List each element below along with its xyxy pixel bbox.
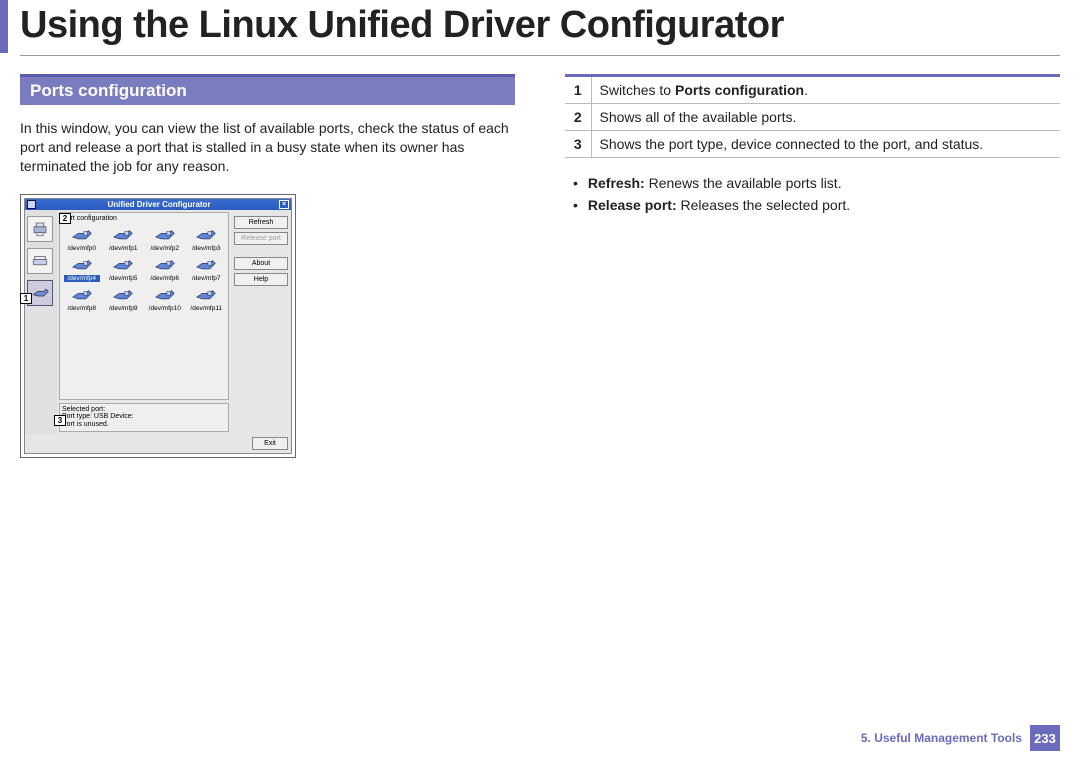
port-label: /dev/mfp7 bbox=[189, 275, 225, 282]
window-titlebar: Unified Driver Configurator × bbox=[25, 199, 291, 210]
legend-num: 1 bbox=[565, 76, 591, 104]
port-label: /dev/mfp2 bbox=[147, 245, 183, 252]
system-menu-icon[interactable] bbox=[27, 200, 36, 209]
callout-2: 2 bbox=[59, 213, 71, 224]
port-item[interactable]: /dev/mfp8 bbox=[64, 286, 100, 312]
bullet-item: Release port: Releases the selected port… bbox=[569, 194, 1060, 216]
port-item[interactable]: /dev/mfp10 bbox=[147, 286, 183, 312]
title-accent bbox=[0, 0, 8, 53]
exit-button[interactable]: Exit bbox=[252, 437, 288, 450]
legend-num: 2 bbox=[565, 104, 591, 131]
usb-plug-icon bbox=[154, 226, 176, 244]
port-item[interactable]: /dev/mfp9 bbox=[106, 286, 142, 312]
usb-plug-icon bbox=[71, 256, 93, 274]
release-port-button[interactable]: Release port bbox=[234, 232, 288, 245]
usb-plug-icon bbox=[112, 226, 134, 244]
usb-plug-icon bbox=[195, 286, 217, 304]
port-item[interactable]: /dev/mfp2 bbox=[147, 226, 183, 252]
port-label: /dev/mfp11 bbox=[189, 305, 225, 312]
port-item[interactable]: /dev/mfp7 bbox=[189, 256, 225, 282]
port-label: /dev/mfp9 bbox=[106, 305, 142, 312]
usb-plug-icon bbox=[112, 256, 134, 274]
close-icon[interactable]: × bbox=[279, 200, 289, 209]
port-item[interactable]: /dev/mfp4 bbox=[64, 256, 100, 282]
callout-3: 3 bbox=[54, 415, 66, 426]
selected-port-line1: Port type: USB Device: bbox=[62, 413, 226, 421]
usb-plug-icon bbox=[112, 286, 134, 304]
legend-num: 3 bbox=[565, 131, 591, 158]
selected-port-label: Selected port: bbox=[62, 406, 226, 413]
page-title: Using the Linux Unified Driver Configura… bbox=[20, 0, 784, 53]
printers-tab-icon[interactable] bbox=[27, 216, 53, 242]
port-label: /dev/mfp5 bbox=[106, 275, 142, 282]
usb-plug-icon bbox=[195, 256, 217, 274]
ports-grid: /dev/mfp0/dev/mfp1/dev/mfp2/dev/mfp3/dev… bbox=[62, 224, 226, 314]
usb-plug-icon bbox=[195, 226, 217, 244]
window-body: Port configuration /dev/mfp0/dev/mfp1/de… bbox=[25, 210, 291, 435]
bullet-item: Refresh: Renews the available ports list… bbox=[569, 172, 1060, 194]
port-item[interactable]: /dev/mfp5 bbox=[106, 256, 142, 282]
window-sidebar bbox=[25, 210, 57, 435]
legend-text: Shows the port type, device connected to… bbox=[591, 131, 1060, 158]
legend-text: Shows all of the available ports. bbox=[591, 104, 1060, 131]
right-column: 1Switches to Ports configuration.2Shows … bbox=[565, 74, 1060, 458]
port-label: /dev/mfp0 bbox=[64, 245, 100, 252]
legend-row: 2Shows all of the available ports. bbox=[565, 104, 1060, 131]
window-buttons: Refresh Release port About Help bbox=[231, 210, 291, 435]
left-column: Ports configuration In this window, you … bbox=[20, 74, 515, 458]
window-main: Port configuration /dev/mfp0/dev/mfp1/de… bbox=[57, 210, 231, 435]
help-button[interactable]: Help bbox=[234, 273, 288, 286]
screenshot-frame: Unified Driver Configurator × bbox=[20, 194, 296, 459]
port-label: /dev/mfp10 bbox=[147, 305, 183, 312]
callout-1: 1 bbox=[20, 293, 32, 304]
legend-row: 3Shows the port type, device connected t… bbox=[565, 131, 1060, 158]
window-title: Unified Driver Configurator bbox=[39, 200, 279, 209]
page-footer: 5. Useful Management Tools 233 bbox=[861, 725, 1060, 751]
selected-port-line2: Port is unused. bbox=[62, 421, 226, 429]
bullet-list: Refresh: Renews the available ports list… bbox=[569, 172, 1060, 217]
config-window: Unified Driver Configurator × bbox=[24, 198, 292, 455]
port-label: /dev/mfp8 bbox=[64, 305, 100, 312]
section-header: Ports configuration bbox=[20, 74, 515, 105]
legend-table: 1Switches to Ports configuration.2Shows … bbox=[565, 74, 1060, 158]
scanners-tab-icon[interactable] bbox=[27, 248, 53, 274]
section-body: In this window, you can view the list of… bbox=[20, 119, 515, 176]
port-label: /dev/mfp4 bbox=[64, 275, 100, 282]
page-number: 233 bbox=[1030, 725, 1060, 751]
port-item[interactable]: /dev/mfp6 bbox=[147, 256, 183, 282]
selected-port-panel: Selected port: Port type: USB Device: Po… bbox=[59, 403, 229, 433]
spacer bbox=[234, 248, 288, 254]
about-button[interactable]: About bbox=[234, 257, 288, 270]
port-item[interactable]: /dev/mfp0 bbox=[64, 226, 100, 252]
legend-row: 1Switches to Ports configuration. bbox=[565, 76, 1060, 104]
usb-plug-icon bbox=[71, 286, 93, 304]
content-columns: Ports configuration In this window, you … bbox=[0, 74, 1080, 458]
usb-plug-icon bbox=[154, 256, 176, 274]
ports-panel: Port configuration /dev/mfp0/dev/mfp1/de… bbox=[59, 212, 229, 400]
port-item[interactable]: /dev/mfp11 bbox=[189, 286, 225, 312]
legend-text: Switches to Ports configuration. bbox=[591, 76, 1060, 104]
refresh-button[interactable]: Refresh bbox=[234, 216, 288, 229]
ports-panel-label: Port configuration bbox=[62, 215, 226, 222]
port-item[interactable]: /dev/mfp3 bbox=[189, 226, 225, 252]
port-label: /dev/mfp6 bbox=[147, 275, 183, 282]
page-title-row: Using the Linux Unified Driver Configura… bbox=[0, 0, 1080, 53]
port-label: /dev/mfp1 bbox=[106, 245, 142, 252]
title-rule bbox=[20, 55, 1060, 56]
usb-plug-icon bbox=[154, 286, 176, 304]
port-item[interactable]: /dev/mfp1 bbox=[106, 226, 142, 252]
footer-chapter: 5. Useful Management Tools bbox=[861, 731, 1022, 745]
usb-plug-icon bbox=[71, 226, 93, 244]
window-footer: Exit bbox=[25, 434, 291, 453]
port-label: /dev/mfp3 bbox=[189, 245, 225, 252]
